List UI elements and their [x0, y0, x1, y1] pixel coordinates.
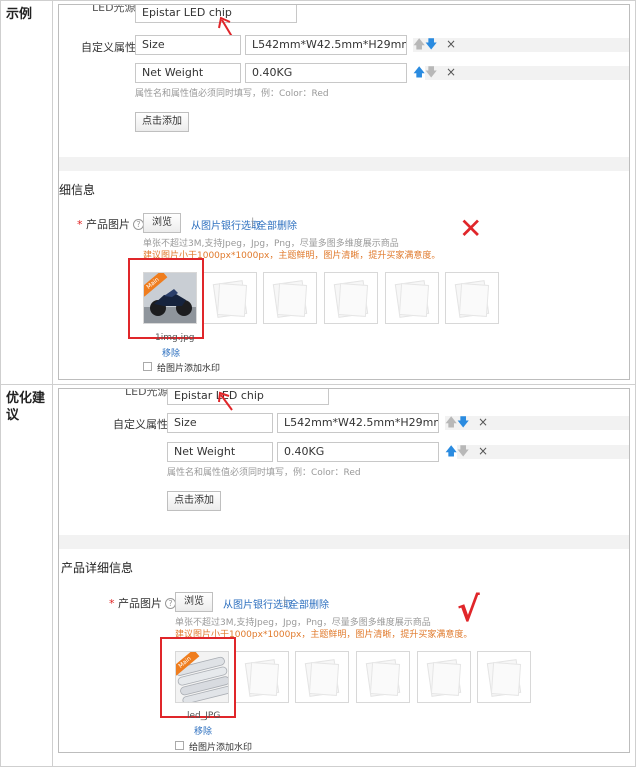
wrong-cross-icon: ✕	[459, 212, 483, 245]
product-image-label: * 产品图片?	[109, 595, 176, 611]
custom-attr-label: 自定义属性	[113, 418, 168, 431]
watermark-label: 给图片添加水印	[157, 364, 221, 374]
table-border-left	[0, 0, 1, 767]
remove-image-link[interactable]: 移除	[194, 724, 212, 737]
empty-image-slot[interactable]	[235, 651, 289, 703]
led-input[interactable]: Epistar LED chip	[135, 5, 297, 23]
browse-button[interactable]: 浏览	[175, 592, 213, 612]
highlight-box	[160, 637, 236, 718]
example-panel: LED光源 Epistar LED chip 自定义属性 Size L542mm…	[58, 4, 630, 380]
empty-image-slot[interactable]	[295, 651, 349, 703]
empty-image-slot[interactable]	[356, 651, 410, 703]
empty-image-slot[interactable]	[477, 651, 531, 703]
empty-image-slot[interactable]	[417, 651, 471, 703]
attr2-value-input[interactable]: 0.40KG	[277, 442, 439, 462]
add-attr-button[interactable]: 点击添加	[135, 112, 189, 132]
table-border-top	[0, 0, 636, 1]
delete-all-link[interactable]: 全部删除	[289, 596, 329, 611]
led-input[interactable]: Epistar LED chip	[167, 389, 329, 405]
table-row-divider	[0, 384, 636, 385]
attr-hint: 属性名和属性值必须同时填写，例：Color：Red	[135, 89, 329, 99]
move-down-icon[interactable]: 🡇	[457, 416, 469, 428]
correct-check-icon: √	[457, 590, 480, 630]
section-divider	[59, 535, 629, 549]
attr2-value-input[interactable]: 0.40KG	[245, 63, 407, 83]
empty-image-slot[interactable]	[263, 272, 317, 324]
empty-image-slot[interactable]	[203, 272, 257, 324]
detail-section-title: 产品详细信息	[61, 561, 134, 575]
move-up-icon[interactable]: 🡅	[413, 66, 425, 78]
attr2-name-input[interactable]: Net Weight	[135, 63, 241, 83]
row-label-example: 示例	[6, 7, 33, 22]
led-label: LED光源	[92, 4, 136, 14]
led-label: LED光源	[125, 388, 169, 398]
move-down-icon[interactable]: 🡇	[425, 38, 437, 50]
delete-attr1-icon[interactable]: ×	[478, 416, 488, 428]
link-separator: |	[251, 217, 255, 228]
row-label-suggestion: 优化建议	[6, 391, 46, 423]
move-up-icon[interactable]: 🡅	[445, 445, 457, 457]
product-image-label: * 产品图片?	[77, 216, 144, 232]
detail-section-title: 细信息	[59, 183, 96, 197]
image-file-name: led_JPG	[187, 711, 221, 721]
attr1-name-input[interactable]: Size	[135, 35, 241, 55]
empty-image-slot[interactable]	[445, 272, 499, 324]
add-attr-button[interactable]: 点击添加	[167, 491, 221, 511]
watermark-checkbox[interactable]	[143, 362, 152, 371]
attr-hint: 属性名和属性值必须同时填写，例：Color：Red	[167, 468, 361, 478]
remove-image-link[interactable]: 移除	[162, 346, 180, 359]
move-up-icon[interactable]: 🡅	[445, 416, 629, 430]
highlight-box	[128, 258, 204, 339]
custom-attr-label: 自定义属性	[81, 41, 136, 54]
suggestion-pointer-arrow-icon	[218, 391, 233, 411]
empty-image-slot[interactable]	[385, 272, 439, 324]
watermark-label: 给图片添加水印	[189, 743, 253, 753]
attr1-name-input[interactable]: Size	[167, 413, 273, 433]
watermark-checkbox[interactable]	[175, 741, 184, 750]
attr2-name-input[interactable]: Net Weight	[167, 442, 273, 462]
attr1-value-input[interactable]: L542mm*W42.5mm*H29mm	[245, 35, 407, 55]
delete-all-link[interactable]: 全部删除	[257, 217, 297, 232]
attr1-value-input[interactable]: L542mm*W42.5mm*H29mm	[277, 413, 439, 433]
empty-image-slot[interactable]	[324, 272, 378, 324]
table-column-divider	[52, 0, 53, 767]
suggestion-panel: LED光源 Epistar LED chip 自定义属性 Size L542mm…	[58, 388, 630, 753]
delete-attr1-icon[interactable]: ×	[446, 38, 456, 50]
delete-attr2-icon[interactable]: ×	[446, 66, 456, 78]
link-separator: |	[283, 596, 287, 607]
browse-button[interactable]: 浏览	[143, 213, 181, 233]
image-file-name: 1img.jpg	[155, 333, 195, 343]
section-divider	[59, 157, 629, 171]
delete-attr2-icon[interactable]: ×	[478, 445, 488, 457]
